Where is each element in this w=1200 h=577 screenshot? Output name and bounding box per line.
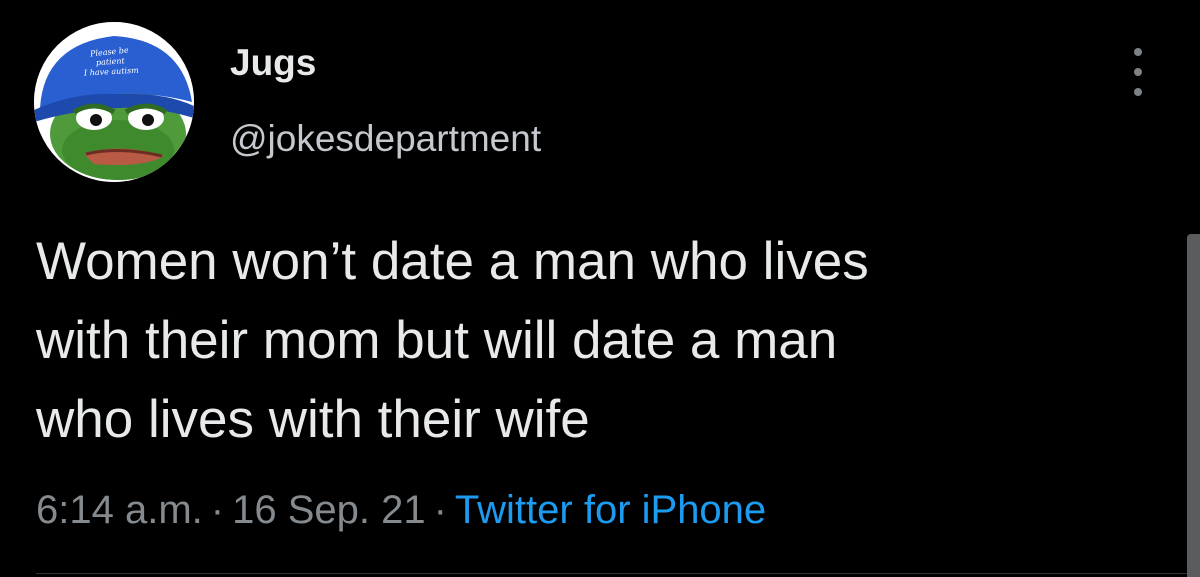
more-vertical-icon[interactable] [1124, 48, 1152, 98]
more-dot [1134, 48, 1142, 56]
tweet-date[interactable]: 16 Sep. 21 [232, 488, 426, 532]
tweet: Please be patient I have autism Jugs @jo… [0, 0, 1200, 577]
tweet-time[interactable]: 6:14 a.m. [36, 488, 203, 532]
meta-separator: · [210, 488, 225, 532]
display-name[interactable]: Jugs [230, 44, 316, 81]
more-dot [1134, 68, 1142, 76]
pepe-frog-avatar-icon: Please be patient I have autism [34, 22, 194, 182]
username[interactable]: @jokesdepartment [230, 120, 541, 157]
tweet-meta: 6:14 a.m. · 16 Sep. 21 · Twitter for iPhone [36, 485, 766, 535]
tweet-source-link[interactable]: Twitter for iPhone [455, 488, 766, 532]
scrollbar[interactable] [1187, 234, 1200, 577]
more-dot [1134, 88, 1142, 96]
tweet-text: Women won’t date a man who lives with th… [36, 222, 1146, 459]
tweet-text-line: Women won’t date a man who lives [36, 232, 869, 291]
avatar[interactable]: Please be patient I have autism [34, 22, 194, 182]
tweet-text-line: who lives with their wife [36, 390, 590, 449]
tweet-text-line: with their mom but will date a man [36, 311, 838, 370]
divider [36, 573, 1200, 574]
meta-separator: · [433, 488, 447, 532]
